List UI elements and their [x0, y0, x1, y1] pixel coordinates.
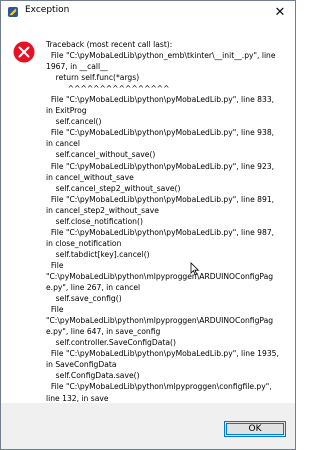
traceback-line: Traceback (most recent call last): — [46, 40, 173, 49]
traceback-message: Traceback (most recent call last): File … — [46, 39, 291, 449]
traceback-line: e.py", line 267, in cancel — [46, 283, 141, 293]
traceback-line: File "C:\pyMobaLedLib\python\pyMobaLedLi… — [46, 227, 275, 237]
traceback-line: File "C:\pyMobaLedLib\python\pyMobaLedLi… — [46, 349, 279, 359]
traceback-line: self.cancel_step2_without_save() — [46, 183, 181, 193]
traceback-line: ^^^^^^^^^^^^^^^^ — [46, 84, 170, 94]
title-bar[interactable]: Exception ✕ — [1, 1, 295, 23]
traceback-line: "C:\pyMobaLedLib\python\mlpyproggen\ARDU… — [46, 271, 274, 281]
traceback-line: in cancel — [46, 139, 80, 149]
traceback-line: File "C:\pyMobaLedLib\python\pyMobaLedLi… — [46, 194, 275, 204]
traceback-line: File "C:\pyMobaLedLib\python\pyMobaLedLi… — [46, 161, 275, 171]
traceback-line: in ExitProg — [46, 106, 87, 116]
traceback-line: self.tabdict[key].cancel() — [46, 249, 150, 259]
button-bar: OK — [1, 403, 295, 449]
ok-button[interactable]: OK — [224, 421, 286, 437]
traceback-line: self.save_config() — [46, 294, 122, 304]
traceback-line: in cancel_without_save — [46, 172, 134, 182]
traceback-line: File — [46, 260, 64, 270]
traceback-line: "C:\pyMobaLedLib\python\mlpyproggen\ARDU… — [46, 316, 274, 326]
close-icon[interactable]: ✕ — [265, 1, 295, 23]
traceback-line: File — [46, 305, 64, 315]
traceback-line: self.close_notification() — [46, 216, 143, 226]
traceback-line: File "C:\pyMobaLedLib\python\pyMobaLedLi… — [46, 128, 275, 138]
traceback-line: self.ConfigData.save() — [46, 371, 140, 381]
ok-button-label: OK — [248, 424, 262, 434]
traceback-line: e.py", line 647, in save_config — [46, 327, 161, 337]
exception-dialog: Exception ✕ Traceback (most recent call … — [0, 0, 296, 450]
traceback-line: in SaveConfigData — [46, 360, 117, 370]
traceback-line: self.cancel() — [46, 117, 102, 127]
dialog-body: Traceback (most recent call last): File … — [1, 23, 295, 449]
traceback-line: in cancel_step2_without_save — [46, 205, 159, 215]
tk-feather-icon — [8, 7, 18, 17]
traceback-line: self.cancel_without_save() — [46, 150, 156, 160]
traceback-line: File "C:\pyMobaLedLib\python\pyMobaLedLi… — [46, 95, 275, 105]
traceback-line: File "C:\pyMobaLedLib\python_emb\tkinter… — [46, 51, 276, 61]
traceback-line: in close_notification — [46, 238, 122, 248]
mouse-cursor-icon — [190, 262, 200, 276]
window-title: Exception — [25, 5, 70, 15]
traceback-line: return self.func(*args) — [46, 73, 140, 83]
error-icon — [13, 41, 35, 63]
traceback-line: self.controller.SaveConfigData() — [46, 338, 176, 348]
traceback-line: line 132, in save — [46, 393, 109, 403]
traceback-line: 1967, in __call__ — [46, 62, 108, 72]
traceback-line: File "C:\pyMobaLedLib\python\mlpyproggen… — [46, 382, 272, 392]
